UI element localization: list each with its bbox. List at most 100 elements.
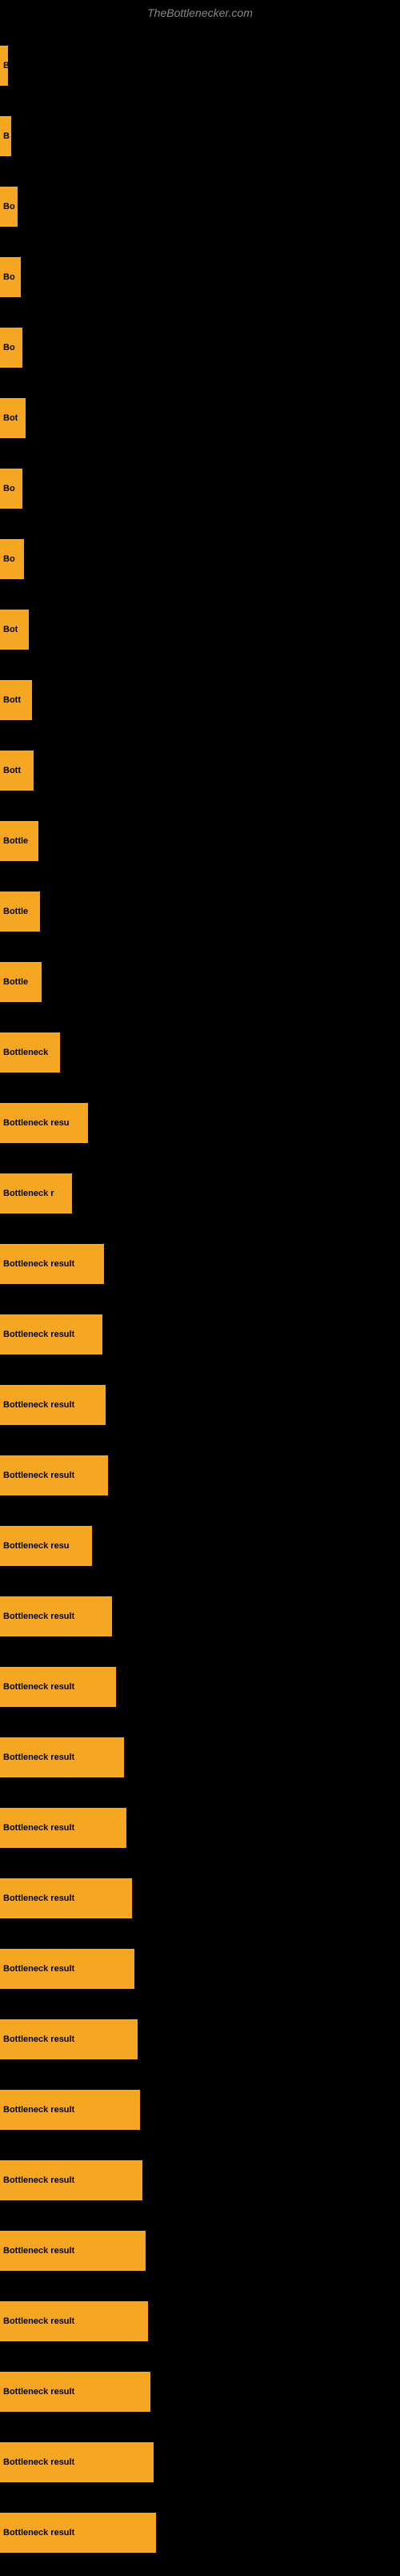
bar-fill: Bottleneck r <box>0 1173 72 1214</box>
bar-text: B <box>3 61 8 70</box>
bar-text: Bo <box>3 202 15 211</box>
bar-fill: Bottleneck resu <box>0 1103 88 1143</box>
bar-fill: Bo <box>0 187 18 227</box>
bar-fill: Bot <box>0 398 26 438</box>
bar-fill: Bo <box>0 328 22 368</box>
bar-row: Bottleneck result <box>0 2286 400 2357</box>
bar-row: Bottleneck result <box>0 1440 400 1511</box>
bar-text: Bottleneck result <box>3 1259 74 1269</box>
bar-row: Bottleneck result <box>0 2498 400 2568</box>
bar-fill: B <box>0 46 8 86</box>
bar-row: Bo <box>0 171 400 242</box>
bar-text: Bottleneck result <box>3 2316 74 2326</box>
bar-text: Bottleneck resu <box>3 1118 70 1128</box>
bar-fill: Bottleneck result <box>0 1667 116 1707</box>
bar-fill: Bott <box>0 751 34 791</box>
bar-text: Bottle <box>3 836 28 846</box>
bar-fill: Bottleneck result <box>0 1385 106 1425</box>
bar-text: Bottle <box>3 907 28 916</box>
bar-text: Bottleneck r <box>3 1189 54 1198</box>
bar-fill: Bottleneck result <box>0 2442 154 2482</box>
bar-text: Bottleneck result <box>3 1330 74 1339</box>
bar-row: Bottleneck result <box>0 2004 400 2075</box>
bar-row: Bottleneck result <box>0 2216 400 2286</box>
bar-text: Bo <box>3 343 15 352</box>
bar-row: Bottleneck result <box>0 1581 400 1652</box>
bar-fill: Bottleneck result <box>0 1455 108 1495</box>
bar-text: Bo <box>3 554 15 564</box>
bar-row: Bottleneck result <box>0 2427 400 2498</box>
bar-row: Bottleneck result <box>0 1652 400 1722</box>
bar-row: Bo <box>0 524 400 594</box>
bar-fill: Bottleneck <box>0 1032 60 1073</box>
bar-row: B <box>0 30 400 101</box>
bar-row: Bottleneck result <box>0 1370 400 1440</box>
bar-row: Bot <box>0 594 400 665</box>
bar-fill: Bottleneck result <box>0 2160 142 2200</box>
bar-text: Bottleneck result <box>3 2528 74 2538</box>
bar-fill: Bottleneck result <box>0 1737 124 1777</box>
bar-fill: Bottleneck result <box>0 2090 140 2130</box>
bar-text: Bott <box>3 766 21 775</box>
bar-text: Bottleneck result <box>3 1964 74 1974</box>
bar-row: Bottleneck result <box>0 1863 400 1934</box>
bar-row: Bottleneck resu <box>0 1088 400 1158</box>
bar-fill: Bo <box>0 469 22 509</box>
bar-row: Bottleneck result <box>0 1229 400 1299</box>
bar-text: Bottleneck result <box>3 1753 74 1762</box>
bar-text: Bo <box>3 484 15 493</box>
bar-fill: Bottle <box>0 962 42 1002</box>
bar-text: Bo <box>3 272 15 282</box>
bar-row: Bo <box>0 312 400 383</box>
site-title: TheBottlenecker.com <box>0 0 400 22</box>
bar-text: Bottleneck result <box>3 2457 74 2467</box>
bar-text: Bottleneck result <box>3 2387 74 2397</box>
bar-row: Bottle <box>0 806 400 876</box>
bar-fill: Bottleneck resu <box>0 1526 92 1566</box>
bar-fill: Bottle <box>0 892 40 932</box>
bar-fill: Bottleneck result <box>0 1244 104 1284</box>
bar-row: Bottle <box>0 947 400 1017</box>
bar-row: Bottleneck result <box>0 2145 400 2216</box>
bar-fill: Bottleneck result <box>0 1596 112 1636</box>
bar-row: Bottleneck result <box>0 2357 400 2427</box>
bar-text: Bottleneck result <box>3 1612 74 1621</box>
bar-text: Bot <box>3 625 18 634</box>
bar-fill: Bo <box>0 539 24 579</box>
bar-row: Bottleneck result <box>0 1722 400 1793</box>
bar-fill: Bottleneck result <box>0 1314 102 1354</box>
bar-row: Bottleneck <box>0 1017 400 1088</box>
bar-text: Bottleneck <box>3 1048 48 1057</box>
bar-fill: Bottleneck result <box>0 1949 134 1989</box>
bar-row: Bot <box>0 383 400 453</box>
bar-row: Bottleneck resu <box>0 1511 400 1581</box>
bar-row: Bo <box>0 242 400 312</box>
bar-row: Bottleneck result <box>0 1299 400 1370</box>
bar-text: Bottleneck result <box>3 2246 74 2256</box>
bars-container: B B Bo Bo Bo Bot Bo Bo Bot Bott Bott Bottle Bottle Bo… <box>0 22 400 2576</box>
bar-fill: Bot <box>0 610 29 650</box>
bar-row: Bottle <box>0 876 400 947</box>
bar-text: Bottleneck result <box>3 1471 74 1480</box>
bar-fill: B <box>0 116 11 156</box>
bar-text: Bot <box>3 413 18 423</box>
bar-text: Bottleneck result <box>3 2105 74 2115</box>
bar-text: Bottleneck result <box>3 1682 74 1692</box>
bar-text: Bottleneck result <box>3 2176 74 2185</box>
bar-row: Bo <box>0 453 400 524</box>
bar-fill: Bottleneck result <box>0 2372 150 2412</box>
bar-text: Bottleneck result <box>3 1823 74 1833</box>
bar-fill: Bottleneck result <box>0 1808 126 1848</box>
bar-fill: Bottle <box>0 821 38 861</box>
bar-text: Bott <box>3 695 21 705</box>
bar-text: Bottleneck result <box>3 2035 74 2044</box>
bar-text: Bottle <box>3 977 28 987</box>
bar-row: B <box>0 101 400 171</box>
bar-row: Bottleneck result <box>0 1934 400 2004</box>
bar-row: Bottleneck result <box>0 2075 400 2145</box>
bar-row: Bott <box>0 665 400 735</box>
bar-text: Bottleneck result <box>3 1894 74 1903</box>
bar-fill: Bottleneck result <box>0 1878 132 1918</box>
bar-fill: Bottleneck result <box>0 2301 148 2341</box>
bar-fill: Bott <box>0 680 32 720</box>
